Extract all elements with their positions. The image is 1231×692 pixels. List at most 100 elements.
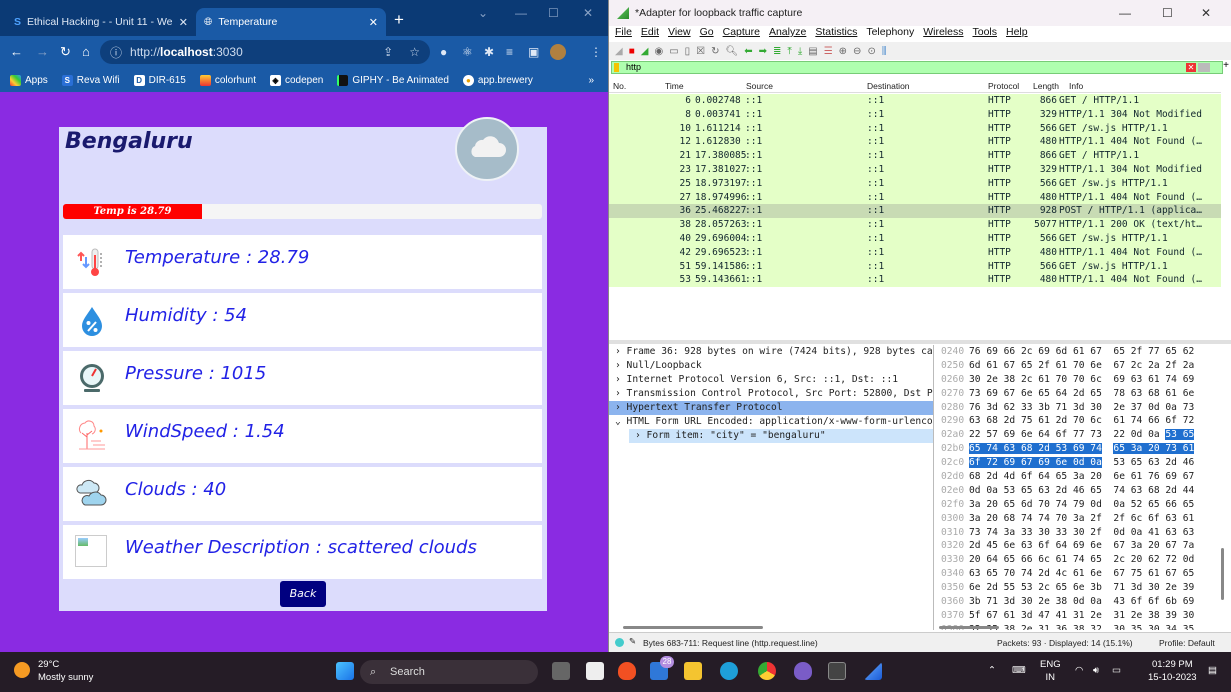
- hex-row[interactable]: 02f0 3a 20 65 6d 70 74 79 0d 0a 52 65 66 …: [937, 498, 1229, 512]
- menu-kebab-icon[interactable]: ⋮: [590, 45, 602, 59]
- home-icon[interactable]: ⌂: [82, 44, 90, 59]
- go-forward-icon[interactable]: ➡: [759, 46, 767, 57]
- hex-row[interactable]: 0310 73 74 3a 33 30 33 30 2f 0d 0a 41 63 …: [937, 526, 1229, 540]
- minimize-icon[interactable]: —: [515, 6, 527, 20]
- menu-edit[interactable]: Edit: [641, 26, 659, 42]
- packet-row[interactable]: 12 1.612830::1::1 HTTP 480 HTTP/1.1 404 Not …: [609, 135, 1221, 150]
- hex-row[interactable]: 0280 76 3d 62 33 3b 71 3d 30 2e 37 0d 0a …: [937, 401, 1229, 415]
- col-time[interactable]: Time: [665, 81, 684, 91]
- hex-vertical-scrollbar[interactable]: [1221, 548, 1224, 600]
- find-packet-icon[interactable]: 🔍︎: [726, 46, 739, 57]
- detail-tree-item[interactable]: › Frame 36: 928 bytes on wire (7424 bits…: [609, 345, 933, 359]
- brave-browser-icon[interactable]: [618, 662, 636, 680]
- zoom-out-icon[interactable]: ⊖: [853, 46, 861, 57]
- go-back-icon[interactable]: ⬅: [744, 46, 752, 57]
- profile-avatar[interactable]: [550, 44, 566, 60]
- packet-row[interactable]: 10 1.611214::1::1 HTTP 566 GET /sw.js HTTP/1…: [609, 121, 1221, 136]
- forward-arrow-icon[interactable]: →: [36, 44, 49, 59]
- hex-row[interactable]: 02e0 0d 0a 53 65 63 2d 46 65 74 63 68 2d …: [937, 484, 1229, 498]
- extensions-puzzle-icon[interactable]: ✱: [484, 45, 494, 59]
- bookmark-dir-615[interactable]: D DIR-615: [133, 74, 186, 86]
- hex-row[interactable]: 0290 63 68 2d 75 61 2d 70 6c 61 74 66 6f …: [937, 414, 1229, 428]
- hex-horizontal-scrollbar[interactable]: [939, 626, 999, 629]
- packet-row[interactable]: 53 59.143661::1::1 HTTP 480 HTTP/1.1 404 Not…: [609, 273, 1221, 288]
- menu-wireless[interactable]: Wireless: [923, 26, 963, 42]
- hex-row[interactable]: 0360 3b 71 3d 30 2e 38 0d 0a 43 6f 6f 6b …: [937, 595, 1229, 609]
- react-devtools-icon[interactable]: ⚛: [462, 45, 473, 59]
- media-control-icon[interactable]: ≡: [506, 45, 513, 59]
- detail-tree-item[interactable]: › Hypertext Transfer Protocol: [609, 401, 933, 415]
- menu-telephony[interactable]: Telephony: [866, 26, 914, 42]
- hex-row[interactable]: 0330 20 64 65 66 6c 61 74 65 2c 20 62 72 …: [937, 553, 1229, 567]
- url-input[interactable]: ⓘ http://localhost:3030 ⇪ ☆: [100, 40, 430, 64]
- file-explorer-icon[interactable]: [684, 662, 702, 680]
- bookmarks-overflow[interactable]: »: [588, 75, 594, 86]
- expert-info-icon[interactable]: [615, 638, 624, 647]
- col-no[interactable]: No.: [613, 81, 626, 91]
- hex-row[interactable]: 02a0 22 57 69 6e 64 6f 77 73 22 0d 0a 53 …: [937, 428, 1229, 442]
- packet-row[interactable]: 42 29.696523::1::1 HTTP 480 HTTP/1.1 404 Not…: [609, 245, 1221, 260]
- language-indicator[interactable]: ENG IN: [1040, 658, 1061, 684]
- col-info[interactable]: Info: [1069, 81, 1083, 91]
- keyboard-icon[interactable]: ⌨: [1012, 664, 1026, 677]
- hex-row[interactable]: 0320 2d 45 6e 63 6f 64 69 6e 67 3a 20 67 …: [937, 539, 1229, 553]
- menu-capture[interactable]: Capture: [723, 26, 760, 42]
- weather-widget[interactable]: 29°C Mostly sunny: [14, 658, 93, 684]
- start-capture-icon[interactable]: ◢: [615, 46, 623, 57]
- stop-capture-icon[interactable]: ■: [629, 46, 635, 57]
- close-tab-icon[interactable]: ✕: [369, 16, 378, 29]
- first-packet-icon[interactable]: ⤒: [787, 46, 791, 57]
- packet-row[interactable]: 51 59.141586::1::1 HTTP 566 GET /sw.js HTTP/…: [609, 259, 1221, 274]
- microsoft-store-icon[interactable]: [586, 662, 604, 680]
- colorize-icon[interactable]: ☰: [824, 46, 833, 57]
- capture-options-icon[interactable]: ◉: [654, 46, 663, 57]
- hex-row[interactable]: 0350 6e 2d 55 53 2c 65 6e 3b 71 3d 30 2e …: [937, 581, 1229, 595]
- bookmark-apps[interactable]: Apps: [10, 74, 48, 86]
- save-file-icon[interactable]: ▯: [685, 46, 691, 57]
- packet-row[interactable]: 38 28.057263::1::1 HTTP 5077 HTTP/1.1 200 OK…: [609, 218, 1221, 232]
- close-window-icon[interactable]: ✕: [1201, 6, 1211, 20]
- edge-icon[interactable]: [720, 662, 738, 680]
- open-file-icon[interactable]: ▭: [669, 46, 678, 57]
- obsidian-icon[interactable]: [794, 662, 812, 680]
- hex-row[interactable]: 0240 76 69 66 2c 69 6d 61 67 65 2f 77 65 …: [937, 345, 1229, 359]
- bookmark-codepen[interactable]: ◈ codepen: [269, 74, 323, 86]
- back-arrow-icon[interactable]: ←: [10, 44, 23, 59]
- last-packet-icon[interactable]: ⤓: [798, 46, 802, 57]
- extension-icon[interactable]: ●: [440, 45, 447, 59]
- close-window-icon[interactable]: ✕: [583, 6, 593, 20]
- hex-row[interactable]: 0370 5f 67 61 3d 47 41 31 2e 31 2e 38 39 …: [937, 609, 1229, 623]
- col-source[interactable]: Source: [746, 81, 773, 91]
- taskbar-search[interactable]: ⌕ Search: [360, 660, 538, 684]
- bookmark-reva-wifi[interactable]: S Reva Wifi: [61, 74, 120, 86]
- packet-row[interactable]: 27 18.974996::1::1 HTTP 480 HTTP/1.1 404 Not…: [609, 190, 1221, 205]
- bookmark-colorhunt[interactable]: colorhunt: [199, 74, 256, 86]
- reload-icon[interactable]: ↻: [60, 44, 71, 60]
- hex-row[interactable]: 0340 63 65 70 74 2d 4c 61 6e 67 75 61 67 …: [937, 567, 1229, 581]
- wireshark-taskbar-icon[interactable]: [864, 662, 882, 680]
- tab-ethical-hacking[interactable]: S Ethical Hacking - - Unit 11 - We ✕: [6, 8, 196, 36]
- clear-filter-icon[interactable]: ✕: [1186, 63, 1196, 72]
- tab-search-icon[interactable]: ⌄: [478, 6, 488, 20]
- go-to-packet-icon[interactable]: ≣: [773, 46, 781, 57]
- menu-statistics[interactable]: Statistics: [815, 26, 857, 42]
- notifications-icon[interactable]: ▤: [1208, 664, 1217, 677]
- col-protocol[interactable]: Protocol: [988, 81, 1019, 91]
- hex-row[interactable]: 0260 30 2e 38 2c 61 70 70 6c 69 63 61 74 …: [937, 373, 1229, 387]
- packet-row[interactable]: 36 25.468227::1::1 HTTP 928 POST / HTTP/1.1 …: [609, 204, 1221, 219]
- zoom-reset-icon[interactable]: ⊙: [867, 46, 875, 57]
- col-length[interactable]: Length: [1033, 81, 1059, 91]
- detail-tree-item[interactable]: › Transmission Control Protocol, Src Por…: [609, 387, 933, 401]
- menu-help[interactable]: Help: [1006, 26, 1028, 42]
- hex-row[interactable]: 0270 73 69 67 6e 65 64 2d 65 78 63 68 61 …: [937, 387, 1229, 401]
- detail-tree-item[interactable]: › Internet Protocol Version 6, Src: ::1,…: [609, 373, 933, 387]
- hex-row[interactable]: 0250 6d 61 67 65 2f 61 70 6e 67 2c 2a 2f …: [937, 359, 1229, 373]
- bookmark-app-brewery[interactable]: ● app.brewery: [462, 74, 533, 86]
- menu-go[interactable]: Go: [700, 26, 714, 42]
- share-icon[interactable]: ⇪: [383, 45, 393, 59]
- task-view-icon[interactable]: [552, 662, 570, 680]
- packet-row[interactable]: 6 0.002748::1::1 HTTP 866 GET / HTTP/1.1: [609, 94, 1221, 108]
- terminal-icon[interactable]: [828, 662, 846, 680]
- windows-start-icon[interactable]: [336, 662, 354, 680]
- details-horizontal-scrollbar[interactable]: [623, 626, 763, 629]
